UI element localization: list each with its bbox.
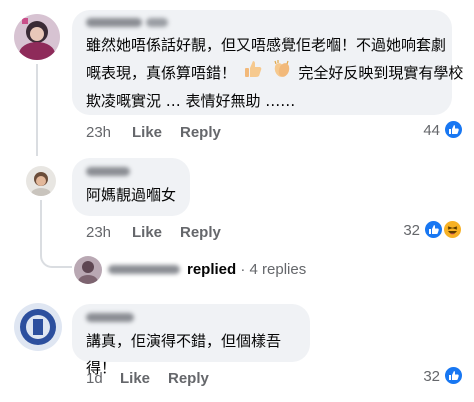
clapping-hands-emoji-icon	[272, 59, 292, 88]
author-name[interactable]	[86, 167, 130, 176]
thread-connector	[36, 64, 38, 156]
like-button[interactable]: Like	[120, 370, 150, 387]
separator: ·	[240, 261, 246, 278]
thread-connector	[40, 244, 72, 268]
view-replies-link[interactable]: replied · 4 replies	[187, 261, 306, 278]
comment-timestamp[interactable]: 1d	[86, 370, 103, 387]
reaction-count[interactable]: 32	[392, 222, 420, 239]
comment-timestamp[interactable]: 23h	[86, 124, 111, 141]
thread-connector	[40, 200, 42, 250]
author-name[interactable]	[86, 313, 134, 322]
comment-text-line: 雖然她唔係話好靚，但又唔感覺佢老嗰！不過她响套劇	[86, 36, 447, 54]
reply-button[interactable]: Reply	[180, 124, 221, 141]
author-name[interactable]	[146, 18, 168, 27]
comment-bubble: 雖然她唔係話好靚，但又唔感覺佢老嗰！不過她响套劇 嘅表現，真係算唔錯！ 完全好反…	[72, 10, 463, 115]
like-button[interactable]: Like	[132, 124, 162, 141]
avatar[interactable]	[14, 303, 62, 351]
comment-text-line: 阿媽靚過嗰女	[86, 186, 177, 204]
comment-text-line: 嘅表現，真係算唔錯！ 完全好反映到現實有學校	[86, 59, 463, 88]
like-icon[interactable]	[443, 365, 464, 386]
comment-text: 阿媽靚過嗰女	[86, 182, 186, 209]
comment-text-line: 欺凌嘅實況 … 表情好無助 ……	[86, 92, 296, 110]
comment-bubble: 講真，佢演得不錯，但個樣吾得！	[72, 304, 310, 377]
comment-bubble: 阿媽靚過嗰女	[72, 158, 190, 216]
reply-button[interactable]: Reply	[180, 224, 221, 241]
reply-author-name[interactable]	[108, 265, 180, 274]
like-icon[interactable]	[443, 119, 464, 140]
avatar[interactable]	[14, 14, 60, 60]
reaction-count[interactable]: 44	[410, 122, 440, 139]
reaction-count[interactable]: 32	[410, 368, 440, 385]
avatar[interactable]	[26, 166, 56, 196]
comment-timestamp[interactable]: 23h	[86, 224, 111, 241]
like-button[interactable]: Like	[132, 224, 162, 241]
like-icon[interactable]	[423, 219, 444, 240]
avatar[interactable]	[74, 256, 102, 284]
replied-label: replied	[187, 261, 237, 278]
haha-icon[interactable]	[442, 219, 463, 240]
author-name[interactable]	[86, 18, 142, 27]
reply-button[interactable]: Reply	[168, 370, 209, 387]
thumbs-up-emoji-icon	[243, 59, 263, 88]
comment-text: 雖然她唔係話好靚，但又唔感覺佢老嗰！不過她响套劇 嘅表現，真係算唔錯！ 完全好反…	[86, 32, 463, 115]
reply-count: 4 replies	[249, 261, 307, 278]
